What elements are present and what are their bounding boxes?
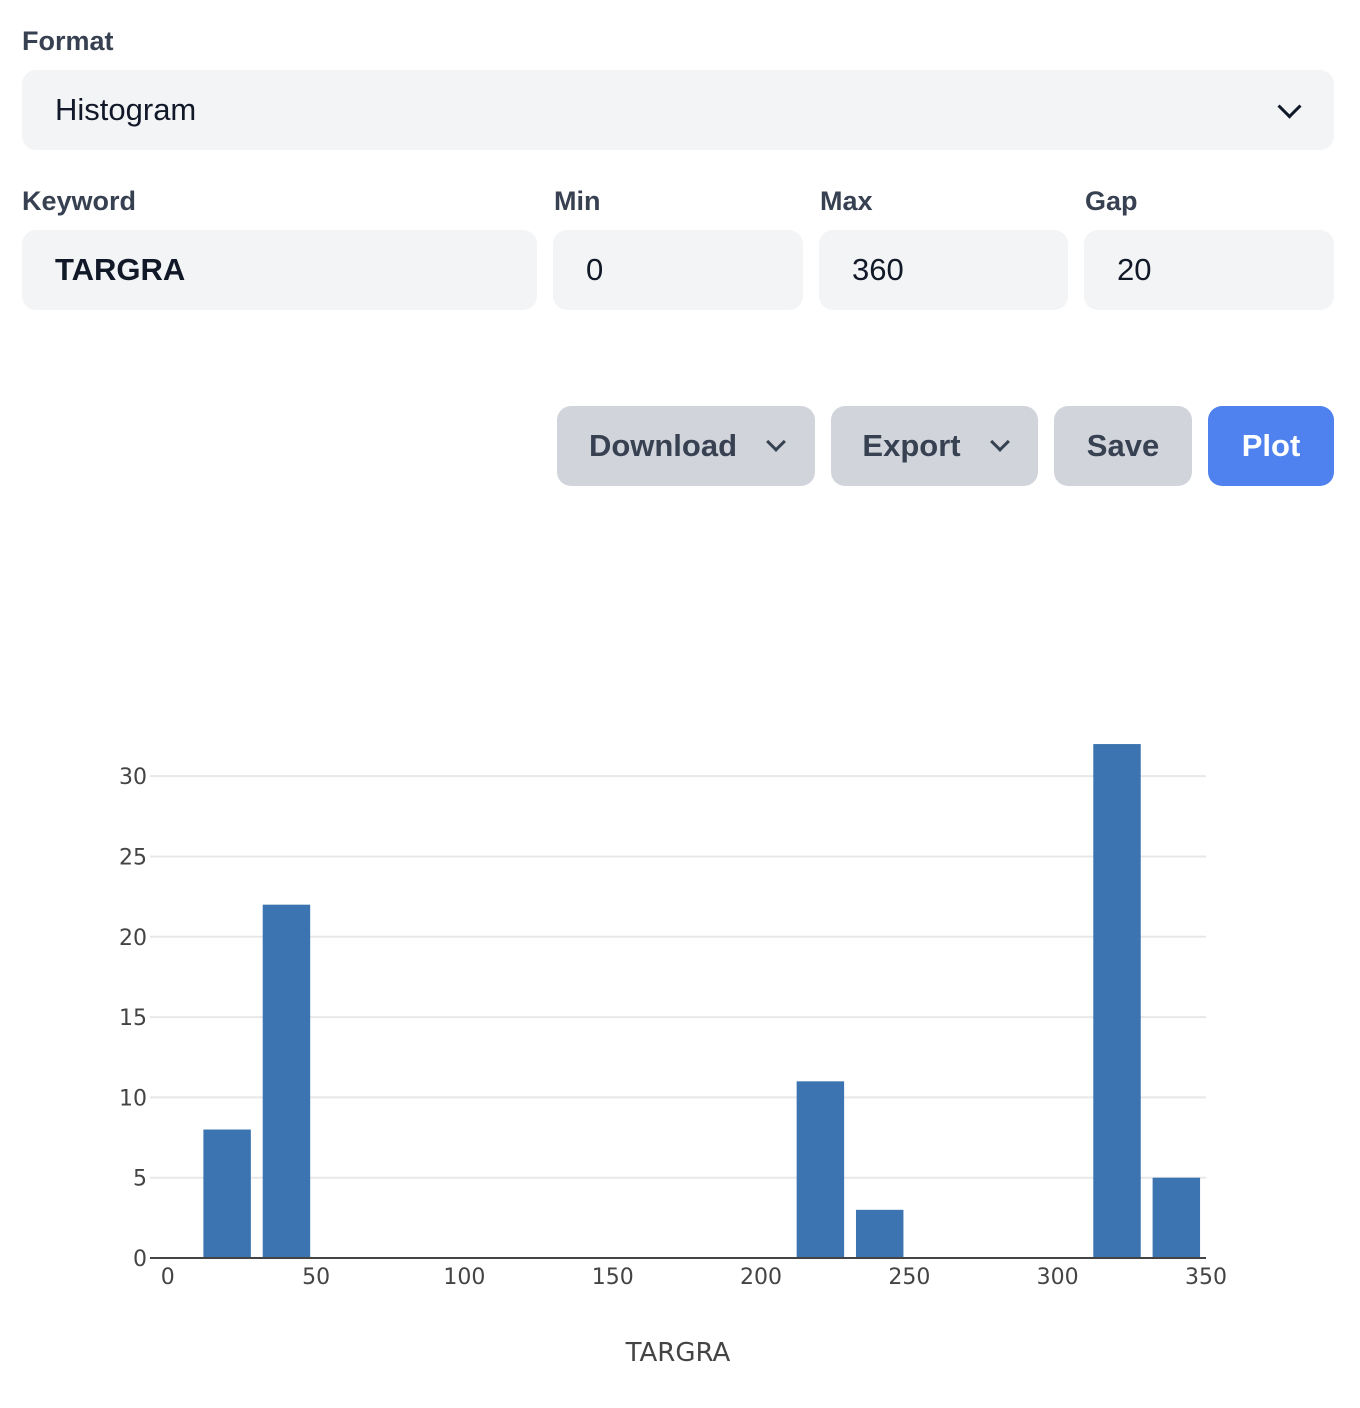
x-tick-label: 350 [1185, 1265, 1227, 1290]
y-tick-label: 20 [119, 926, 147, 951]
histogram-bar[interactable] [796, 1081, 845, 1258]
x-tick-label: 100 [443, 1265, 485, 1290]
histogram-bar[interactable] [1093, 744, 1141, 1258]
x-tick-label: 50 [302, 1265, 330, 1290]
y-tick-label: 10 [119, 1086, 147, 1111]
histogram-bar[interactable] [262, 904, 311, 1258]
y-tick-label: 15 [119, 1006, 147, 1031]
x-tick-label: 0 [161, 1265, 175, 1290]
x-tick-label: 150 [592, 1265, 634, 1290]
histogram-bar[interactable] [1152, 1177, 1201, 1258]
histogram-chart: 0510152025300 50 100 150 200 250 300 350 TARGRA [119, 744, 1227, 1368]
bars [203, 744, 1201, 1258]
histogram-bar[interactable] [203, 1129, 251, 1258]
y-tick-label: 5 [133, 1167, 147, 1192]
histogram-bar[interactable] [855, 1209, 904, 1258]
x-tick-label: 200 [740, 1265, 782, 1290]
y-tick-label: 25 [119, 845, 147, 870]
x-tick-label: 250 [888, 1265, 930, 1290]
x-axis-title: TARGRA [625, 1338, 731, 1368]
y-tick-label: 0 [133, 1247, 147, 1272]
x-tick-label: 300 [1037, 1265, 1079, 1290]
y-tick-label: 30 [119, 765, 147, 790]
